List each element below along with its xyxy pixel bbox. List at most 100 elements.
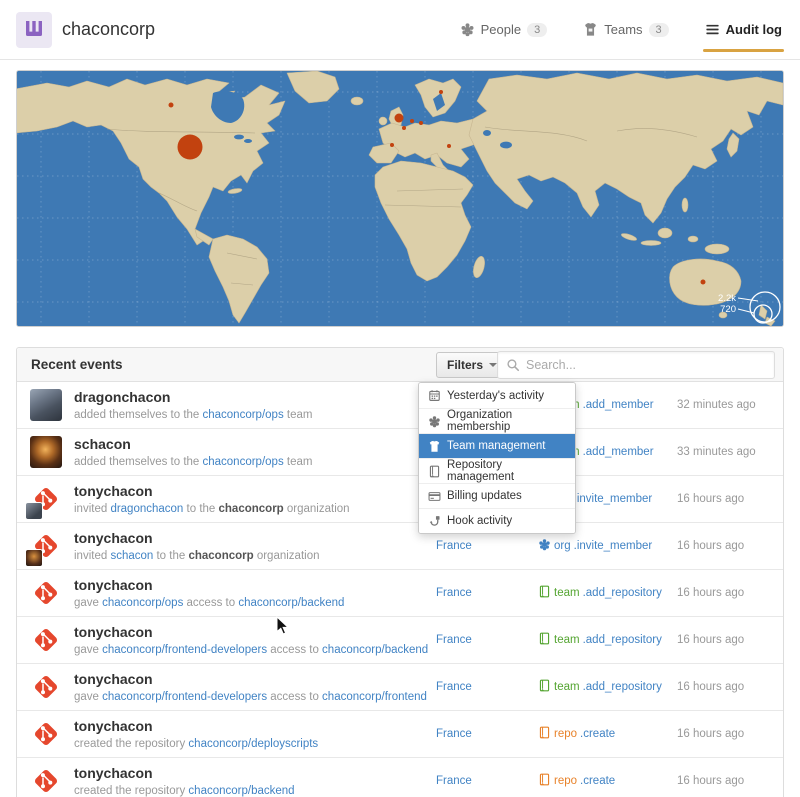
event-description: gave chaconcorp/ops access to chaconcorp… (74, 597, 436, 609)
teams-count-badge: 3 (649, 23, 669, 37)
events-panel-header: Recent events Filters (17, 348, 783, 382)
audit-event-list: dragonchacon added themselves to the chac… (17, 382, 783, 797)
description-link[interactable]: chaconcorp/backend (322, 644, 428, 656)
event-action: .create (580, 775, 615, 787)
description-link[interactable]: chaconcorp/backend (188, 785, 294, 797)
actor-name[interactable]: tonychacon (74, 718, 436, 736)
jersey-icon (583, 22, 598, 37)
legend-label-large: 2.2k (718, 293, 736, 304)
search-box[interactable] (497, 351, 775, 379)
calendar-icon (428, 389, 441, 402)
description-text: to the (183, 503, 218, 515)
description-text: invited (74, 503, 110, 515)
org-name: chaconcorp (62, 19, 155, 40)
filter-option-billing-updates[interactable]: Billing updates (419, 483, 575, 508)
description-text: gave (74, 597, 102, 609)
repo-icon (538, 679, 551, 695)
location-link[interactable]: France (436, 728, 472, 740)
timestamp: 33 minutes ago (677, 446, 783, 458)
organization-icon (428, 415, 441, 428)
timestamp: 16 hours ago (677, 540, 783, 552)
filters-button-label: Filters (447, 358, 483, 372)
timestamp: 32 minutes ago (677, 399, 783, 411)
location-link[interactable]: France (436, 681, 472, 693)
description-text: access to (183, 597, 238, 609)
location-cell: France (436, 634, 538, 646)
map-marker-united-states (178, 135, 203, 160)
credit-card-icon (428, 490, 441, 503)
repo-icon (538, 632, 551, 645)
recent-events-panel: Recent events Filters dragonchacon added … (16, 347, 784, 797)
description-text: created the repository (74, 738, 188, 750)
repo-icon (538, 679, 551, 692)
actor-name[interactable]: tonychacon (74, 671, 436, 689)
event-action: .create (580, 728, 615, 740)
organization-icon (428, 415, 441, 428)
description-text: created the repository (74, 785, 188, 797)
location-link[interactable]: France (436, 540, 472, 552)
audit-event-row: tonychacon created the repository chaconc… (17, 711, 783, 758)
actor-name[interactable]: dragonchacon (74, 389, 436, 407)
git-logo-avatar (30, 530, 62, 562)
timestamp: 16 hours ago (677, 587, 783, 599)
tab-audit-log[interactable]: Audit log (705, 0, 782, 59)
event-main: tonychacongave chaconcorp/frontend-devel… (74, 624, 436, 656)
event-type-link[interactable]: repo.create (538, 726, 615, 742)
repo-icon (428, 465, 441, 478)
timestamp: 16 hours ago (677, 681, 783, 693)
event-type-link[interactable]: team.add_repository (538, 679, 662, 695)
list-icon (705, 22, 720, 37)
filter-option-yesterday-s-activity[interactable]: Yesterday's activity (419, 383, 575, 408)
event-main: tonychacon gave chaconcorp/frontend-devel… (74, 671, 436, 703)
audit-world-map: 2.2k 720 (16, 70, 784, 327)
filters-dropdown: Yesterday's activityOrganization members… (418, 382, 576, 534)
actor-name[interactable]: tonychacon (74, 577, 436, 595)
event-type-link[interactable]: repo.create (538, 773, 615, 789)
org-logo[interactable] (16, 12, 52, 48)
actor-name[interactable]: tonychacon (74, 624, 436, 642)
description-link[interactable]: chaconcorp/frontend-developers (102, 644, 267, 656)
description-text: to the (153, 550, 188, 562)
description-link[interactable]: dragonchacon (110, 503, 183, 515)
filter-option-hook-activity[interactable]: Hook activity (419, 508, 575, 533)
description-link[interactable]: chaconcorp/deployscripts (188, 738, 318, 750)
event-category: team (554, 587, 580, 599)
description-link[interactable]: chaconcorp/ops (203, 409, 284, 421)
org-logo-icon (22, 18, 46, 42)
actor-name[interactable]: tonychacon (74, 765, 436, 783)
event-description: created the repository chaconcorp/deploy… (74, 738, 436, 750)
filter-option-team-management[interactable]: Team management (419, 433, 575, 458)
description-link[interactable]: schacon (110, 550, 153, 562)
actor-name[interactable]: tonychacon (74, 483, 436, 501)
description-link[interactable]: chaconcorp/ops (102, 597, 183, 609)
description-link[interactable]: chaconcorp/frontend-developers (102, 691, 267, 703)
filter-option-repository-management[interactable]: Repository management (419, 458, 575, 483)
event-type-link[interactable]: org.invite_member (538, 538, 652, 554)
description-text: team (284, 456, 313, 468)
tab-teams[interactable]: Teams 3 (583, 0, 668, 59)
actor-name[interactable]: schacon (74, 436, 436, 454)
timestamp: 16 hours ago (677, 493, 783, 505)
event-type-link[interactable]: team.add_repository (538, 585, 662, 601)
tab-people[interactable]: People 3 (460, 0, 548, 59)
git-logo-avatar (30, 483, 62, 515)
event-description: added themselves to the chaconcorp/ops t… (74, 456, 436, 468)
description-link[interactable]: chaconcorp/ops (203, 456, 284, 468)
description-link[interactable]: chaconcorp/frontend (322, 691, 427, 703)
location-link[interactable]: France (436, 587, 472, 599)
description-link[interactable]: chaconcorp/backend (238, 597, 344, 609)
location-link[interactable]: France (436, 634, 472, 646)
location-link[interactable]: France (436, 775, 472, 787)
event-type-link[interactable]: team.add_repository (538, 632, 662, 648)
organization-icon (538, 538, 551, 551)
filter-option-organization-membership[interactable]: Organization membership (419, 408, 575, 433)
actor-name[interactable]: tonychacon (74, 530, 436, 548)
description-text: chaconcorp (219, 503, 284, 515)
location-cell: France (436, 681, 538, 693)
event-main: tonychacon created the repository chaconc… (74, 718, 436, 750)
organization-icon (538, 538, 551, 554)
description-text: gave (74, 691, 102, 703)
map-marker-united-kingdom (395, 114, 404, 123)
audit-event-row: tonychacongave chaconcorp/frontend-devel… (17, 617, 783, 664)
search-input[interactable] (526, 358, 766, 372)
